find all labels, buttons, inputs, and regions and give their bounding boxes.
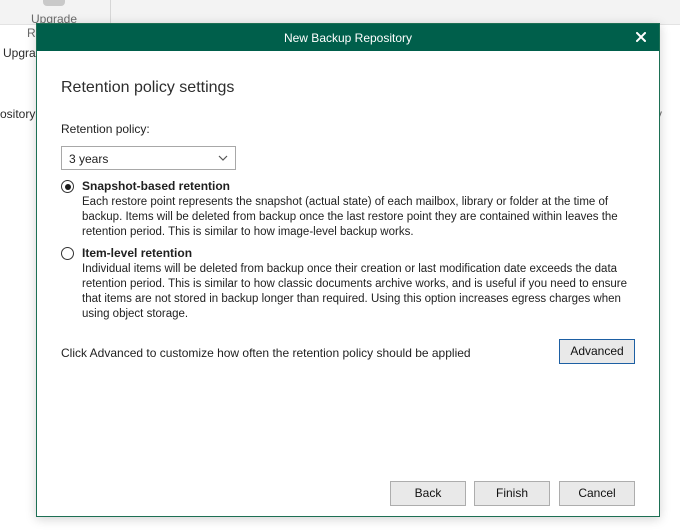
advanced-hint-text: Click Advanced to customize how often th…	[61, 346, 471, 360]
snapshot-based-retention-description: Each restore point represents the snapsh…	[82, 196, 618, 238]
snapshot-based-retention-label[interactable]: Snapshot-based retention	[82, 179, 230, 193]
ribbon-label-fragment: R	[27, 26, 36, 40]
advanced-button[interactable]: Advanced	[559, 339, 635, 364]
close-icon	[636, 32, 646, 42]
upgrade-icon	[43, 0, 65, 6]
dialog-titlebar[interactable]: New Backup Repository	[37, 24, 659, 51]
cancel-button[interactable]: Cancel	[559, 481, 635, 506]
item-level-retention-radio[interactable]	[61, 247, 74, 260]
background-ribbon	[0, 0, 680, 25]
sidebar-item-repository[interactable]: ository	[0, 107, 35, 121]
back-button[interactable]: Back	[390, 481, 466, 506]
snapshot-based-retention-radio[interactable]	[61, 180, 74, 193]
ribbon-upgrade-group-label: Upgra	[3, 46, 36, 60]
item-level-retention-description: Individual items will be deleted from ba…	[82, 263, 628, 320]
retention-policy-value: 3 years	[69, 152, 109, 166]
new-backup-repository-dialog: New Backup Repository Retention policy s…	[36, 23, 660, 517]
page-title: Retention policy settings	[61, 79, 235, 96]
dialog-title: New Backup Repository	[283, 31, 413, 45]
retention-policy-label: Retention policy:	[61, 122, 150, 136]
chevron-down-icon	[218, 155, 228, 161]
item-level-retention-label[interactable]: Item-level retention	[82, 246, 192, 260]
finish-button[interactable]: Finish	[474, 481, 550, 506]
retention-policy-dropdown[interactable]: 3 years	[61, 146, 236, 170]
footer-divider	[37, 464, 659, 465]
close-button[interactable]	[629, 26, 653, 48]
